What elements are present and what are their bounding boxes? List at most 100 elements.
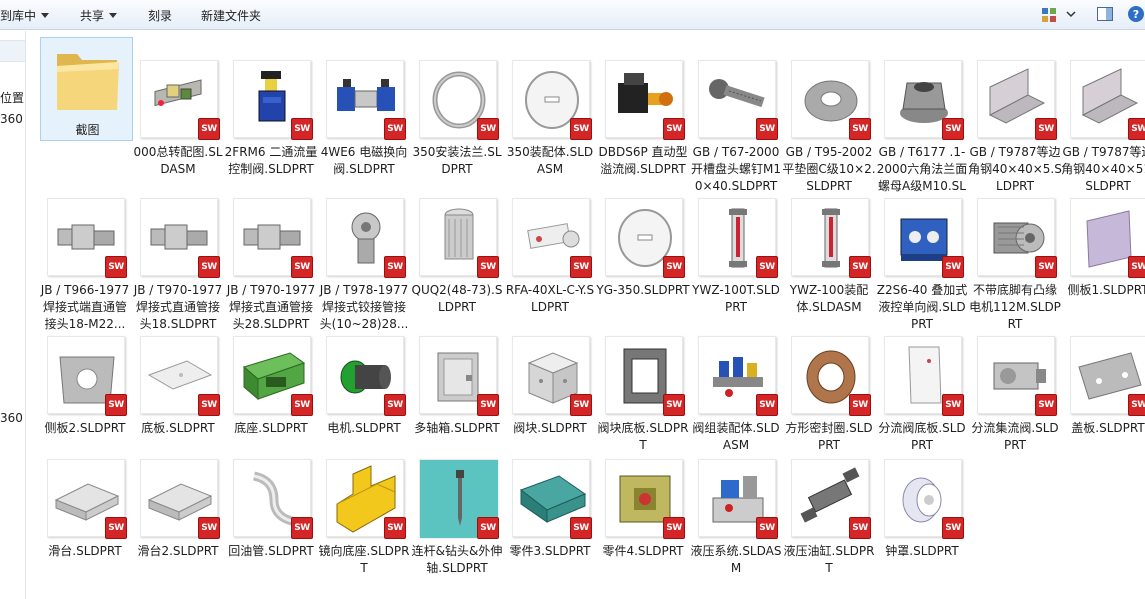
file-item[interactable]: SW 滑台.SLDPRT xyxy=(40,457,130,589)
file-item[interactable]: SW 不带底脚有凸缘电机112M.SLDPRT xyxy=(969,196,1061,331)
file-thumbnail: SW xyxy=(47,336,127,416)
solidworks-badge-icon: SW xyxy=(663,256,685,278)
file-item[interactable]: SW JB / T970-1977焊接式直通管接头18.SLDPRT xyxy=(133,196,223,331)
solidworks-badge-icon: SW xyxy=(384,517,406,539)
file-item[interactable]: SW 侧板2.SLDPRT xyxy=(40,334,130,466)
solidworks-badge-icon: SW xyxy=(477,394,499,416)
file-thumbnail: SW xyxy=(140,459,220,539)
file-name: YWZ-100装配体.SLDASM xyxy=(789,283,869,314)
file-item[interactable]: SWGB / T6177 .1-2000六角法兰面螺母A级M10.SLDPRT xyxy=(877,58,967,210)
file-item[interactable]: SW 盖板.SLDPRT xyxy=(1063,334,1145,466)
file-item[interactable]: SW YWZ-100T.SLDPRT xyxy=(691,196,781,328)
new-folder-button[interactable]: 新建文件夹 xyxy=(201,7,261,24)
file-name: JB / T970-1977焊接式直通管接头28.SLDPRT xyxy=(226,283,316,331)
view-options-icon[interactable] xyxy=(1040,6,1058,24)
file-item[interactable]: SW YG-350.SLDPRT xyxy=(596,196,690,328)
file-name: 方形密封圈.SLDPRT xyxy=(785,421,873,452)
file-item[interactable]: SW 侧板1.SLDPRT xyxy=(1063,196,1145,328)
file-item[interactable]: SW 000总转配图.SLDASM xyxy=(133,58,223,190)
file-item[interactable]: SW QUQ2(48-73).SLDPRT xyxy=(412,196,502,328)
file-thumbnail: SW xyxy=(884,459,964,539)
file-item[interactable]: SW 阀组装配体.SLDASM xyxy=(691,334,781,466)
file-item[interactable]: SW 350装配体.SLDASM xyxy=(505,58,595,190)
nav-item-360-second[interactable]: 360 xyxy=(0,411,23,425)
file-thumbnail: SW xyxy=(605,60,685,140)
solidworks-badge-icon: SW xyxy=(756,517,778,539)
file-item[interactable]: SW 多轴箱.SLDPRT xyxy=(412,334,502,466)
file-item[interactable]: SW 镜向底座.SLDPRT xyxy=(319,457,409,589)
file-item[interactable]: SW 底座.SLDPRT xyxy=(226,334,316,466)
file-item[interactable]: SW JB / T970-1977焊接式直通管接头28.SLDPRT xyxy=(226,196,316,331)
file-name: 盖板.SLDPRT xyxy=(1071,421,1145,435)
file-name: 底座.SLDPRT xyxy=(234,421,308,435)
solidworks-badge-icon: SW xyxy=(1035,118,1057,140)
file-name: GB / T9787等边角钢40×40×5.SLDPRT xyxy=(968,145,1062,193)
file-item[interactable]: SW 连杆&钻头&外伸轴.SLDPRT xyxy=(412,457,502,589)
solidworks-badge-icon: SW xyxy=(570,517,592,539)
chevron-down-icon xyxy=(109,13,118,18)
file-item[interactable]: SW 液压油缸.SLDPRT xyxy=(784,457,874,589)
file-item[interactable]: SW 零件4.SLDPRT xyxy=(598,457,688,589)
file-thumbnail: SW xyxy=(791,459,871,539)
solidworks-badge-icon: SW xyxy=(756,394,778,416)
file-item[interactable]: SW JB / T978-1977焊接式铰接管接头(10~28)28... xyxy=(319,196,409,331)
file-thumbnail: SW xyxy=(419,198,499,278)
file-name: Z2S6-40 叠加式液控单向阀.SLDPRT xyxy=(876,283,968,331)
nav-item-location[interactable]: 位置 xyxy=(0,89,24,106)
solidworks-badge-icon: SW xyxy=(849,118,871,140)
solidworks-badge-icon: SW xyxy=(570,118,592,140)
folder-item[interactable]: 截图 xyxy=(40,37,133,141)
file-thumbnail: SW xyxy=(326,459,406,539)
new-folder-label: 新建文件夹 xyxy=(201,9,262,23)
file-item[interactable]: SW 分流集流阀.SLDPRT xyxy=(970,334,1060,466)
file-item[interactable]: SW 阀块.SLDPRT xyxy=(505,334,595,466)
file-item[interactable]: SW 液压系统.SLDASM xyxy=(691,457,781,589)
solidworks-badge-icon: SW xyxy=(849,256,871,278)
file-name: 零件3.SLDPRT xyxy=(509,544,591,558)
file-thumbnail: SW xyxy=(326,336,406,416)
solidworks-badge-icon: SW xyxy=(942,517,964,539)
file-item[interactable]: SW 电机.SLDPRT xyxy=(319,334,409,466)
file-item[interactable]: SW JB / T966-1977焊接式端直通管接头18-M22... xyxy=(40,196,130,331)
file-item[interactable]: SW 2FRM6 二通流量控制阀.SLDPRT xyxy=(225,58,317,190)
solidworks-badge-icon: SW xyxy=(105,256,127,278)
svg-text:?: ? xyxy=(1133,8,1139,21)
file-item[interactable]: SW 方形密封圈.SLDPRT xyxy=(784,334,874,466)
solidworks-badge-icon: SW xyxy=(1128,394,1145,416)
file-thumbnail: SW xyxy=(884,60,964,140)
file-item[interactable]: SW 阀块底板.SLDPRT xyxy=(598,334,688,466)
file-item[interactable]: SW Z2S6-40 叠加式液控单向阀.SLDPRT xyxy=(877,196,967,331)
file-item[interactable]: SW GB / T67-2000开槽盘头螺钉M10×40.SLDPRT xyxy=(691,58,781,193)
share-button[interactable]: 共享 xyxy=(80,7,118,24)
file-item[interactable]: SW 底板.SLDPRT xyxy=(133,334,223,466)
preview-pane-icon[interactable] xyxy=(1096,5,1114,23)
file-item[interactable]: SW 回油管.SLDPRT xyxy=(226,457,316,589)
burn-button[interactable]: 刻录 xyxy=(148,7,172,24)
solidworks-badge-icon: SW xyxy=(1128,256,1145,278)
file-item[interactable]: SW GB / T9787等边角钢40×40×51.SLDPRT xyxy=(1061,58,1145,193)
file-item[interactable]: SW 滑台2.SLDPRT xyxy=(133,457,223,589)
file-name: JB / T978-1977焊接式铰接管接头(10~28)28... xyxy=(319,283,409,331)
file-item[interactable]: SW 零件3.SLDPRT xyxy=(505,457,595,589)
file-item[interactable]: SW GB / T9787等边角钢40×40×5.SLDPRT xyxy=(968,58,1062,193)
file-item[interactable]: SW YWZ-100装配体.SLDASM xyxy=(784,196,874,328)
file-item[interactable]: SW 4WE6 电磁换向阀.SLDPRT xyxy=(319,58,409,190)
file-thumbnail: SW xyxy=(977,198,1057,278)
file-item[interactable]: SW 钟罩.SLDPRT xyxy=(877,457,967,589)
file-item[interactable]: SW 分流阀底板.SLDPRT xyxy=(877,334,967,466)
file-thumbnail: SW xyxy=(791,336,871,416)
include-library-button[interactable]: 到库中 xyxy=(0,7,50,24)
file-name: 回油管.SLDPRT xyxy=(228,544,314,558)
file-item[interactable]: SW DBDS6P 直动型溢流阀.SLDPRT xyxy=(598,58,688,190)
file-thumbnail: SW xyxy=(512,336,592,416)
file-thumbnail: SW xyxy=(791,60,871,140)
file-item[interactable]: SW GB / T95-2002平垫圈C级10×2.SLDPRT xyxy=(782,58,876,193)
file-item[interactable]: SW RFA-40XL-C-Y.SLDPRT xyxy=(505,196,595,328)
view-chevron-down-icon[interactable] xyxy=(1066,11,1076,19)
solidworks-badge-icon: SW xyxy=(384,394,406,416)
file-thumbnail: SW xyxy=(140,336,220,416)
help-icon[interactable]: ? xyxy=(1127,5,1145,23)
file-item[interactable]: SW 350安装法兰.SLDPRT xyxy=(412,58,502,190)
nav-item-360[interactable]: 360 xyxy=(0,112,23,126)
share-label: 共享 xyxy=(80,9,105,23)
